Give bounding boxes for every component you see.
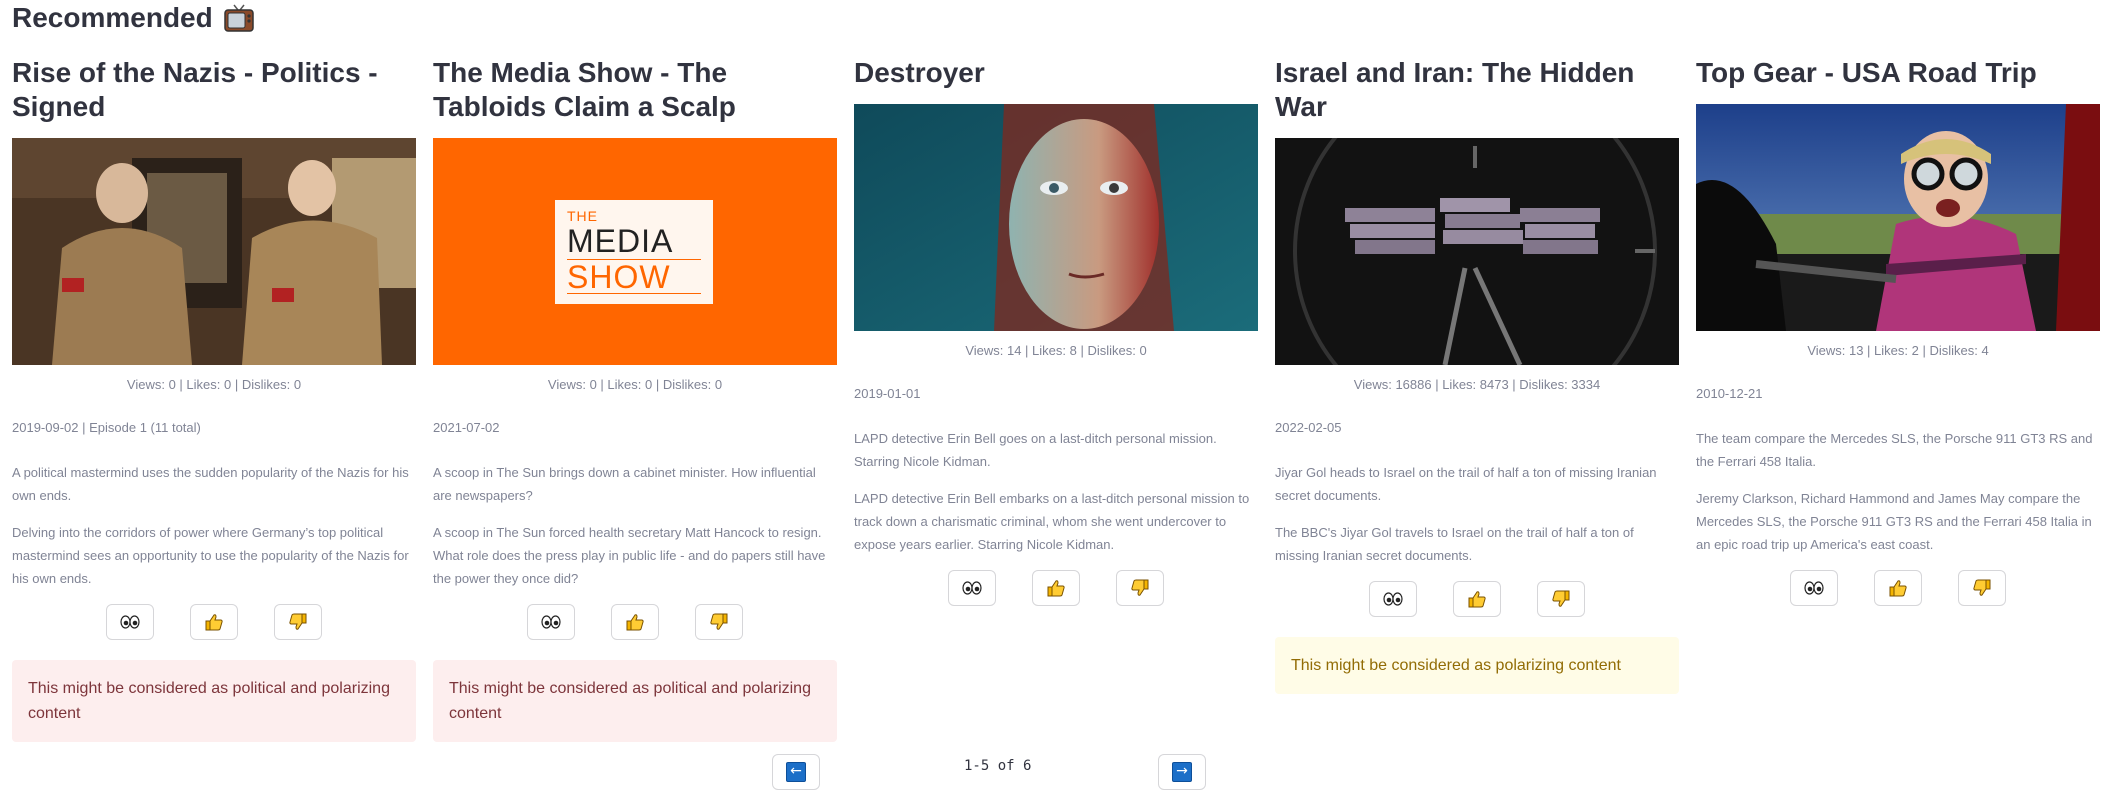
- thumbs-down-icon: [710, 613, 728, 630]
- eyes-icon: [541, 615, 561, 629]
- like-button[interactable]: [1453, 581, 1501, 617]
- page-title: Recommended: [12, 2, 213, 33]
- thumbs-up-icon: [626, 614, 644, 631]
- thumbs-down-icon: [289, 613, 307, 630]
- like-button[interactable]: [1874, 570, 1922, 606]
- card-meta: 2019-09-02 | Episode 1 (11 total): [12, 420, 201, 435]
- recommendation-card: The Media Show - The Tabloids Claim a Sc…: [433, 56, 837, 742]
- like-button[interactable]: [611, 604, 659, 640]
- card-title: Israel and Iran: The Hidden War: [1275, 57, 1635, 122]
- card-long-description: A scoop in The Sun forced health secreta…: [433, 525, 826, 586]
- recommendation-card: Top Gear - USA Road Trip Views: 13 | Lik…: [1696, 56, 2100, 742]
- recommendation-card: Rise of the Nazis - Politics - Signed Vi…: [12, 56, 416, 742]
- dislike-button[interactable]: [1116, 570, 1164, 606]
- dislike-button[interactable]: [695, 604, 743, 640]
- eyes-icon: [1383, 592, 1403, 606]
- eyes-icon: [962, 581, 982, 595]
- card-thumbnail[interactable]: [854, 104, 1258, 331]
- card-meta: 2022-02-05: [1275, 420, 1342, 435]
- card-title: The Media Show - The Tabloids Claim a Sc…: [433, 57, 736, 122]
- thumbs-down-icon: [1131, 579, 1149, 596]
- eyes-icon: [1804, 581, 1824, 595]
- thumbs-up-icon: [205, 614, 223, 631]
- next-page-button[interactable]: →: [1158, 754, 1206, 790]
- card-long-description: The BBC's Jiyar Gol travels to Israel on…: [1275, 525, 1634, 563]
- recommendation-card: Israel and Iran: The Hidden War Views: 1…: [1275, 56, 1679, 742]
- card-stats: Views: 0 | Likes: 0 | Dislikes: 0: [126, 377, 302, 392]
- card-title: Top Gear - USA Road Trip: [1696, 57, 2037, 88]
- card-long-description: Jeremy Clarkson, Richard Hammond and Jam…: [1696, 491, 2092, 552]
- dislike-button[interactable]: [274, 604, 322, 640]
- card-actions: [433, 604, 837, 640]
- content-warning-alert: This might be considered as political an…: [12, 660, 416, 742]
- recommendation-card: Destroyer Views: 14 | Likes: 8 | Dislike…: [854, 56, 1258, 742]
- logo-line-1: THE: [567, 208, 598, 224]
- card-long-description: LAPD detective Erin Bell embarks on a la…: [854, 491, 1250, 552]
- like-button[interactable]: [1032, 570, 1080, 606]
- thumbs-up-icon: [1047, 580, 1065, 597]
- card-short-description: A scoop in The Sun brings down a cabinet…: [433, 465, 816, 503]
- view-button[interactable]: [948, 570, 996, 606]
- recommendation-list: Rise of the Nazis - Politics - Signed Vi…: [12, 56, 2100, 742]
- pagination-label: 1-5 of 6: [964, 758, 1032, 774]
- card-thumbnail[interactable]: THE MEDIA SHOW: [433, 138, 837, 365]
- card-meta: 2021-07-02: [433, 420, 500, 435]
- thumbs-up-icon: [1468, 591, 1486, 608]
- card-short-description: LAPD detective Erin Bell goes on a last-…: [854, 431, 1217, 469]
- right-arrow-icon: →: [1172, 762, 1192, 782]
- card-long-description: Delving into the corridors of power wher…: [12, 525, 409, 586]
- dislike-button[interactable]: [1537, 581, 1585, 617]
- logo-line-3: SHOW: [567, 259, 671, 295]
- card-actions: [12, 604, 416, 640]
- card-short-description: A political mastermind uses the sudden p…: [12, 465, 409, 503]
- content-warning-alert: This might be considered as polarizing c…: [1275, 637, 1679, 694]
- content-warning-alert: This might be considered as political an…: [433, 660, 837, 742]
- previous-page-button[interactable]: ←: [772, 754, 820, 790]
- thumbs-down-icon: [1973, 579, 1991, 596]
- thumbs-up-icon: [1889, 580, 1907, 597]
- card-meta: 2019-01-01: [854, 386, 921, 401]
- card-actions: [854, 570, 1258, 606]
- card-stats: Views: 0 | Likes: 0 | Dislikes: 0: [547, 377, 723, 392]
- page-header: Recommended: [12, 2, 255, 34]
- card-stats: Views: 14 | Likes: 8 | Dislikes: 0: [965, 343, 1147, 358]
- like-button[interactable]: [190, 604, 238, 640]
- card-actions: [1696, 570, 2100, 606]
- card-stats: Views: 16886 | Likes: 8473 | Dislikes: 3…: [1353, 377, 1601, 392]
- card-thumbnail[interactable]: [12, 138, 416, 365]
- logo-line-2: MEDIA: [567, 223, 674, 259]
- card-thumbnail[interactable]: [1696, 104, 2100, 331]
- card-thumbnail[interactable]: [1275, 138, 1679, 365]
- eyes-icon: [120, 615, 140, 629]
- card-actions: [1275, 581, 1679, 617]
- card-title: Rise of the Nazis - Politics - Signed: [12, 57, 378, 122]
- card-short-description: The team compare the Mercedes SLS, the P…: [1696, 431, 2093, 469]
- view-button[interactable]: [527, 604, 575, 640]
- dislike-button[interactable]: [1958, 570, 2006, 606]
- view-button[interactable]: [106, 604, 154, 640]
- view-button[interactable]: [1369, 581, 1417, 617]
- card-stats: Views: 13 | Likes: 2 | Dislikes: 4: [1807, 343, 1989, 358]
- television-icon: [223, 4, 254, 32]
- thumbs-down-icon: [1552, 590, 1570, 607]
- card-title: Destroyer: [854, 57, 985, 88]
- left-arrow-icon: ←: [786, 762, 806, 782]
- card-short-description: Jiyar Gol heads to Israel on the trail o…: [1275, 465, 1657, 503]
- media-show-logo: THE MEDIA SHOW: [555, 200, 713, 304]
- view-button[interactable]: [1790, 570, 1838, 606]
- card-meta: 2010-12-21: [1696, 386, 1763, 401]
